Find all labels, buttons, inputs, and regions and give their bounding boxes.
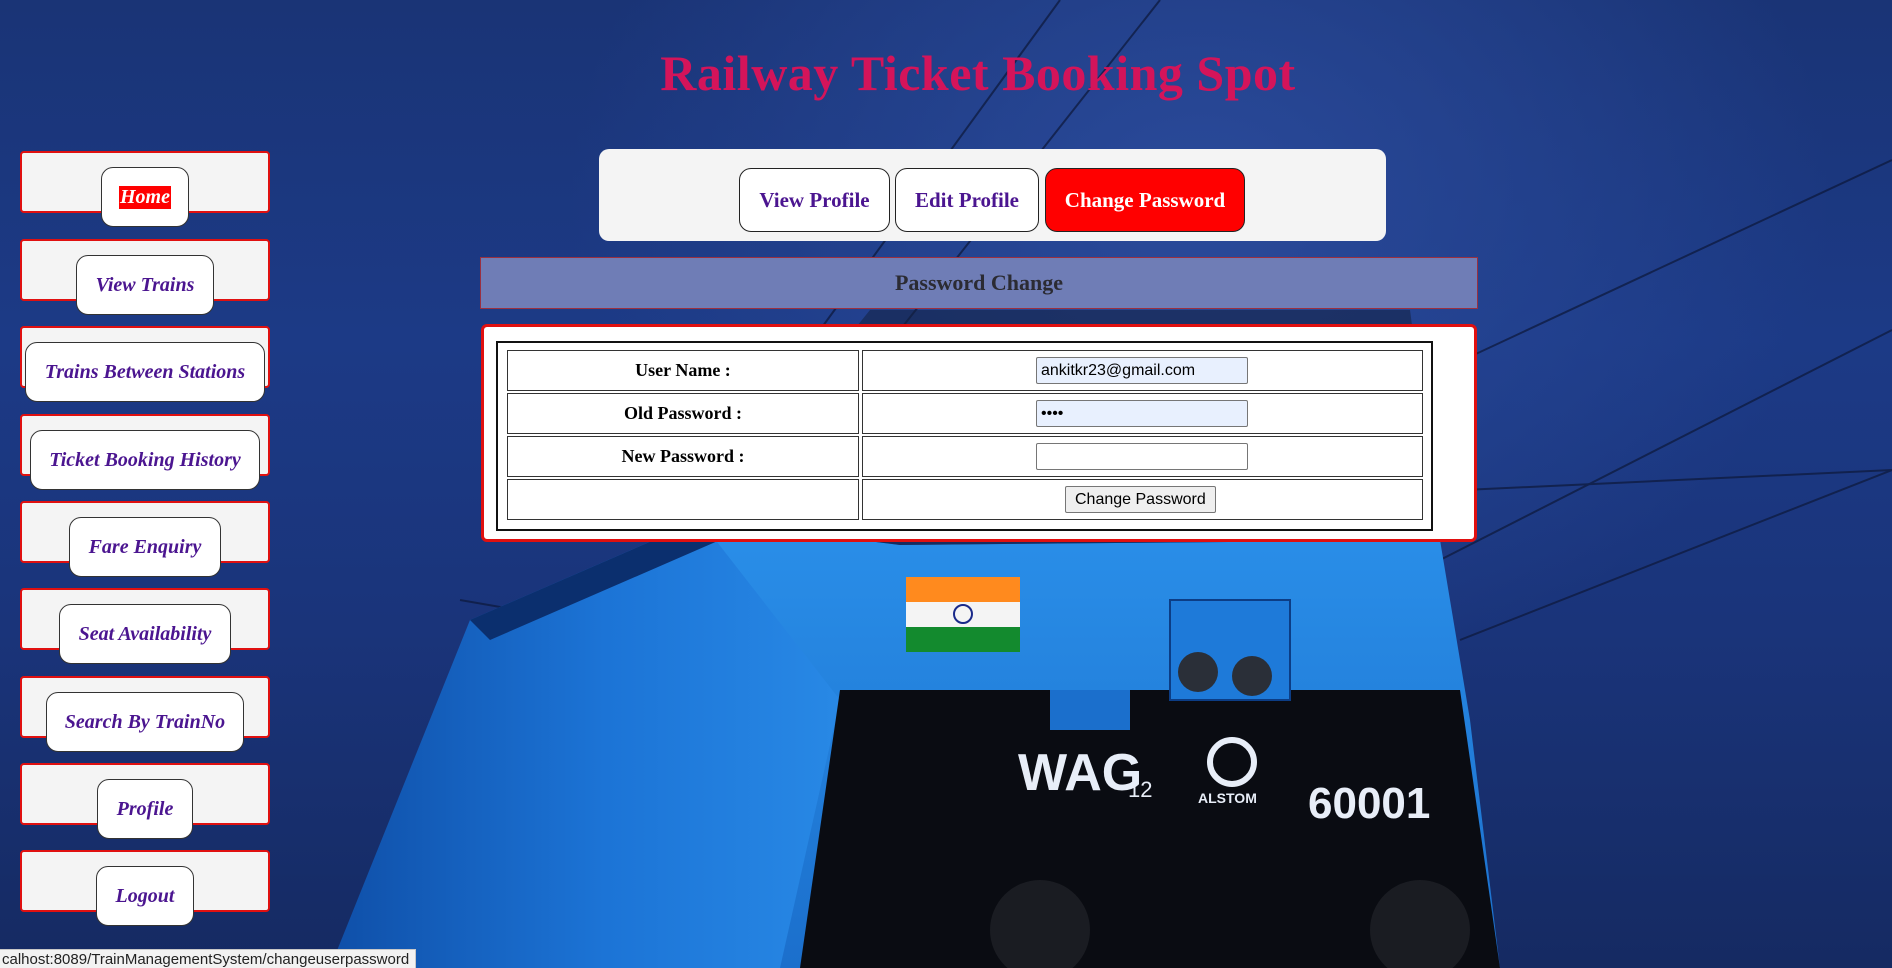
tab-view-profile[interactable]: View Profile bbox=[739, 168, 890, 232]
sidebar-item-home[interactable]: Home bbox=[101, 167, 189, 227]
new-password-label: New Password : bbox=[507, 436, 859, 477]
empty-cell bbox=[507, 479, 859, 520]
change-password-submit-button[interactable]: Change Password bbox=[1065, 486, 1216, 513]
sidebar-item-label: Fare Enquiry bbox=[88, 535, 202, 558]
old-password-cell: •••• bbox=[862, 393, 1423, 434]
form-table: User Name : ankitkr23@gmail.com Old Pass… bbox=[496, 341, 1433, 531]
sidebar-slot-logout: Logout bbox=[20, 850, 270, 926]
tab-label: View Profile bbox=[759, 187, 870, 212]
svg-text:12: 12 bbox=[1128, 777, 1152, 802]
sidebar-slot-profile: Profile bbox=[20, 763, 270, 839]
svg-text:ALSTOM: ALSTOM bbox=[1198, 790, 1257, 806]
old-password-label: Old Password : bbox=[507, 393, 859, 434]
profile-tabs: View Profile Edit Profile Change Passwor… bbox=[599, 149, 1386, 241]
sidebar-item-profile[interactable]: Profile bbox=[97, 779, 193, 839]
sidebar-item-view-trains[interactable]: View Trains bbox=[76, 255, 214, 315]
username-field[interactable]: ankitkr23@gmail.com bbox=[1036, 357, 1248, 384]
new-password-cell bbox=[862, 436, 1423, 477]
new-password-field[interactable] bbox=[1036, 443, 1248, 470]
form-row-old-password: Old Password : •••• bbox=[507, 393, 1423, 434]
old-password-field[interactable]: •••• bbox=[1036, 400, 1248, 427]
sidebar-item-fare-enquiry[interactable]: Fare Enquiry bbox=[69, 517, 221, 577]
sidebar-slot-fare-enquiry: Fare Enquiry bbox=[20, 501, 270, 577]
sidebar-slot-home: Home bbox=[20, 151, 270, 227]
section-heading: Password Change bbox=[480, 257, 1478, 309]
form-row-submit: Change Password bbox=[507, 479, 1423, 520]
username-label: User Name : bbox=[507, 350, 859, 391]
tab-label: Edit Profile bbox=[914, 187, 1019, 212]
sidebar-item-label: Ticket Booking History bbox=[49, 448, 241, 471]
tab-edit-profile[interactable]: Edit Profile bbox=[895, 168, 1039, 232]
sidebar-item-label: View Trains bbox=[95, 273, 195, 296]
sidebar-slot-search-by-trainno: Search By TrainNo bbox=[20, 676, 270, 752]
sidebar-slot-seat-availability: Seat Availability bbox=[20, 588, 270, 664]
form-row-new-password: New Password : bbox=[507, 436, 1423, 477]
form-row-username: User Name : ankitkr23@gmail.com bbox=[507, 350, 1423, 391]
page-title: Railway Ticket Booking Spot bbox=[660, 45, 1296, 101]
svg-text:60001: 60001 bbox=[1308, 779, 1430, 828]
sidebar-item-label: Search By TrainNo bbox=[64, 710, 226, 733]
password-change-form: User Name : ankitkr23@gmail.com Old Pass… bbox=[481, 324, 1477, 542]
sidebar-item-label: Profile bbox=[116, 797, 174, 820]
sidebar-item-seat-availability[interactable]: Seat Availability bbox=[59, 604, 231, 664]
sidebar-item-label: Trains Between Stations bbox=[44, 360, 246, 383]
browser-status-url: calhost:8089/TrainManagementSystem/chang… bbox=[0, 949, 417, 968]
sidebar-item-label: Logout bbox=[115, 884, 175, 907]
svg-text:WAG: WAG bbox=[1018, 744, 1142, 802]
tab-change-password[interactable]: Change Password bbox=[1045, 168, 1245, 232]
sidebar-item-trains-between-stations[interactable]: Trains Between Stations bbox=[25, 342, 265, 402]
sidebar-item-label: Seat Availability bbox=[78, 622, 212, 645]
submit-cell: Change Password bbox=[862, 479, 1423, 520]
tab-label: Change Password bbox=[1064, 187, 1226, 212]
sidebar-slot-ticket-booking-history: Ticket Booking History bbox=[20, 414, 270, 490]
sidebar-item-ticket-booking-history[interactable]: Ticket Booking History bbox=[30, 430, 260, 490]
sidebar-item-search-by-trainno[interactable]: Search By TrainNo bbox=[46, 692, 244, 752]
sidebar-item-logout[interactable]: Logout bbox=[96, 866, 194, 926]
username-cell: ankitkr23@gmail.com bbox=[862, 350, 1423, 391]
sidebar-slot-trains-between-stations: Trains Between Stations bbox=[20, 326, 270, 402]
sidebar-item-label: Home bbox=[119, 185, 171, 209]
sidebar-slot-view-trains: View Trains bbox=[20, 239, 270, 315]
